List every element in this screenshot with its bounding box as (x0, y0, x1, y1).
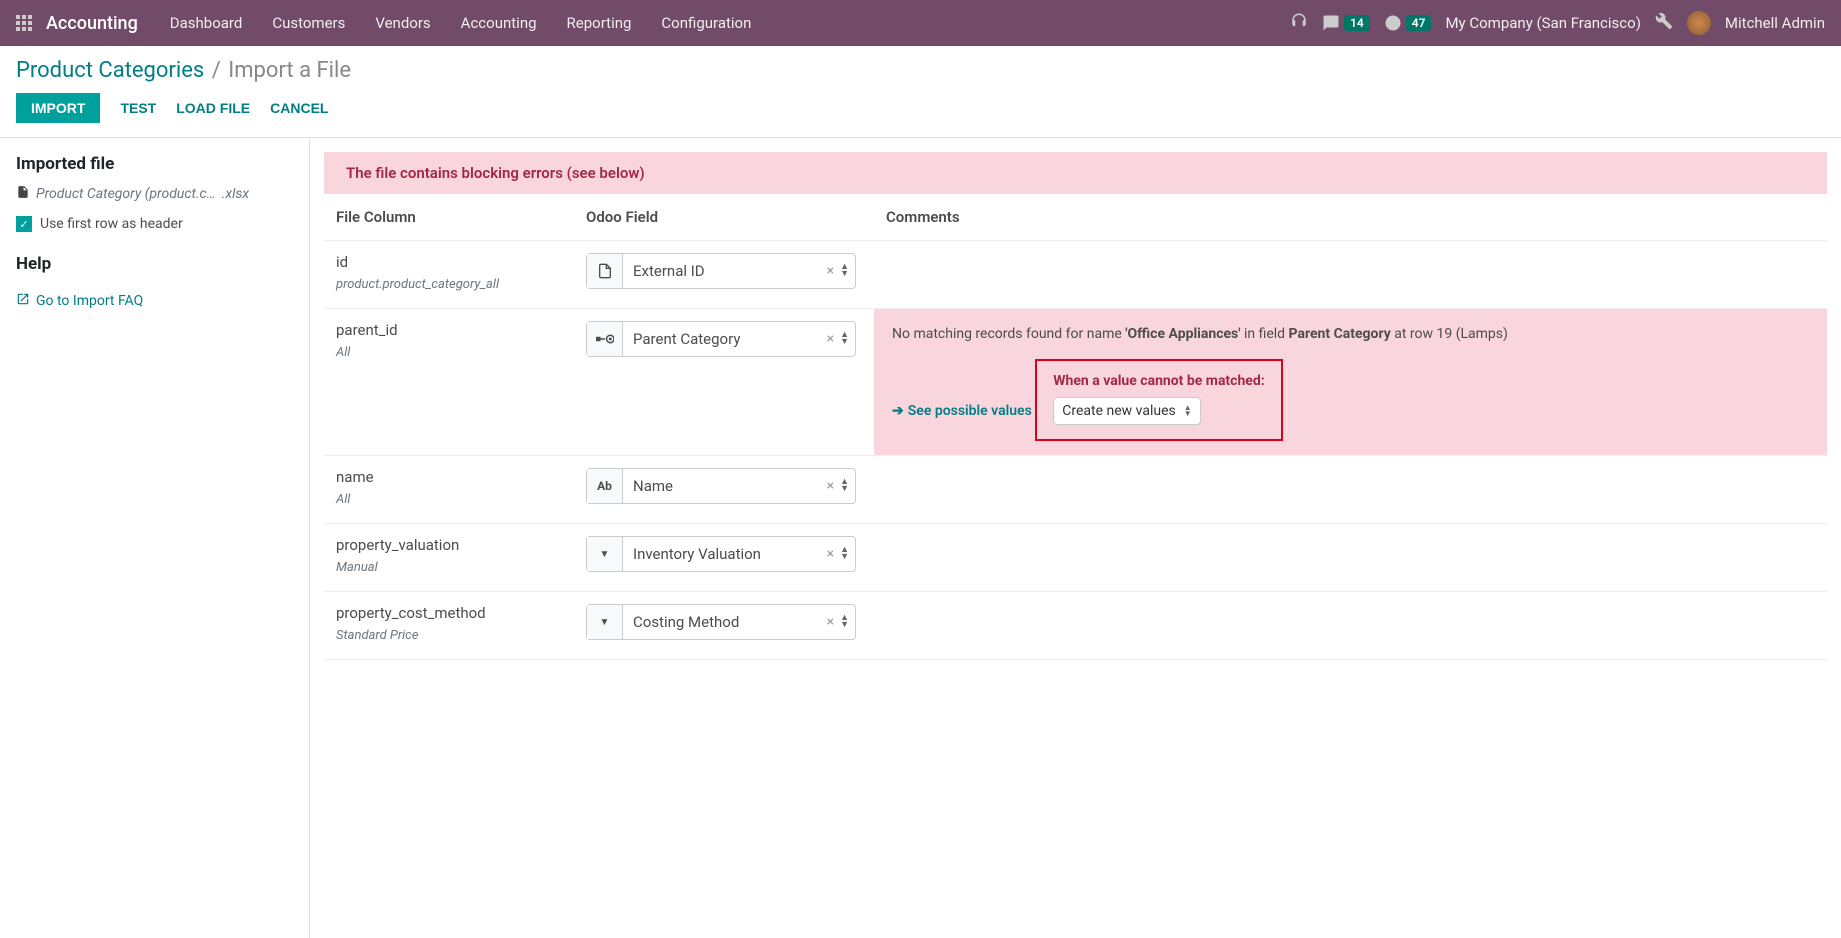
clear-icon[interactable]: × (823, 331, 838, 347)
select-type-icon (587, 537, 623, 571)
error-message: No matching records found for name 'Offi… (892, 323, 1809, 345)
caret-icon[interactable]: ▲▼ (838, 264, 855, 278)
navbar-right: 14 47 My Company (San Francisco) Mitchel… (1290, 11, 1825, 35)
external-link-icon (16, 292, 30, 310)
file-icon (16, 184, 30, 204)
content: The file contains blocking errors (see b… (310, 138, 1841, 938)
table-row: parent_id All Parent Category × ▲▼ (324, 309, 1827, 456)
table-row: id product.product_category_all External… (324, 241, 1827, 309)
field-value: Name (623, 477, 823, 495)
avatar[interactable] (1687, 11, 1711, 35)
field-select[interactable]: External ID × ▲▼ (586, 253, 856, 289)
clear-icon[interactable]: × (823, 614, 838, 630)
nav-customers[interactable]: Customers (272, 14, 345, 32)
blocking-alert: The file contains blocking errors (see b… (324, 152, 1827, 194)
support-icon[interactable] (1290, 12, 1308, 34)
th-file-column: File Column (324, 194, 574, 241)
file-column-name: property_valuation (336, 536, 562, 554)
mapping-table: File Column Odoo Field Comments id produ… (324, 194, 1827, 660)
arrow-right-icon: ➔ (892, 403, 904, 419)
user-name[interactable]: Mitchell Admin (1725, 14, 1825, 32)
breadcrumb-parent[interactable]: Product Categories (16, 58, 204, 83)
imported-file-row: Product Category (product.c… .xlsx (16, 184, 293, 204)
help-heading: Help (16, 254, 293, 274)
mismatch-label: When a value cannot be matched: (1053, 373, 1264, 389)
table-row: name All Ab Name × ▲▼ (324, 456, 1827, 524)
th-odoo-field: Odoo Field (574, 194, 874, 241)
clear-icon[interactable]: × (823, 546, 838, 562)
checkbox-icon[interactable]: ✓ (16, 216, 32, 232)
main-layout: Imported file Product Category (product.… (0, 138, 1841, 938)
caret-icon: ▲▼ (1184, 405, 1192, 417)
table-row: property_cost_method Standard Price Cost… (324, 592, 1827, 660)
file-ext: .xlsx (222, 186, 249, 202)
apps-icon[interactable] (16, 15, 32, 31)
file-column-sample: product.product_category_all (336, 277, 562, 292)
faq-link-text: Go to Import FAQ (36, 293, 143, 309)
file-name: Product Category (product.c… (36, 186, 216, 202)
field-value: Parent Category (623, 330, 823, 348)
field-value: Costing Method (623, 613, 823, 631)
file-column-name: property_cost_method (336, 604, 562, 622)
relation-type-icon (587, 322, 623, 356)
file-column-sample: Standard Price (336, 628, 562, 643)
messages-count: 14 (1344, 15, 1370, 31)
nav-configuration[interactable]: Configuration (661, 14, 751, 32)
text-type-icon: Ab (587, 469, 623, 503)
th-comments: Comments (874, 194, 1827, 241)
select-type-icon (587, 605, 623, 639)
file-column-name: id (336, 253, 562, 271)
field-select[interactable]: Parent Category × ▲▼ (586, 321, 856, 357)
load-file-button[interactable]: LOAD FILE (176, 100, 250, 116)
header-checkbox-label: Use first row as header (40, 216, 183, 232)
file-column-name: name (336, 468, 562, 486)
imported-file-heading: Imported file (16, 154, 293, 174)
nav-dashboard[interactable]: Dashboard (170, 14, 243, 32)
breadcrumb-current: Import a File (228, 58, 351, 83)
breadcrumb: Product Categories / Import a File (16, 58, 1825, 83)
field-value: Inventory Valuation (623, 545, 823, 563)
app-brand[interactable]: Accounting (46, 13, 138, 34)
nav-menu: Dashboard Customers Vendors Accounting R… (170, 14, 1290, 32)
test-button[interactable]: TEST (120, 100, 156, 116)
field-select[interactable]: Ab Name × ▲▼ (586, 468, 856, 504)
file-column-name: parent_id (336, 321, 562, 339)
file-column-sample: All (336, 345, 562, 360)
field-select[interactable]: Costing Method × ▲▼ (586, 604, 856, 640)
faq-link[interactable]: Go to Import FAQ (16, 292, 143, 310)
import-button[interactable]: IMPORT (16, 93, 100, 123)
mismatch-value: Create new values (1062, 403, 1175, 419)
file-column-sample: All (336, 492, 562, 507)
table-row: property_valuation Manual Inventory Valu… (324, 524, 1827, 592)
cancel-button[interactable]: CANCEL (270, 100, 328, 116)
nav-vendors[interactable]: Vendors (375, 14, 430, 32)
clear-icon[interactable]: × (823, 478, 838, 494)
top-navbar: Accounting Dashboard Customers Vendors A… (0, 0, 1841, 46)
breadcrumb-separator: / (212, 58, 221, 83)
control-panel: Product Categories / Import a File IMPOR… (0, 46, 1841, 138)
action-buttons: IMPORT TEST LOAD FILE CANCEL (16, 93, 1825, 123)
debug-icon[interactable] (1655, 12, 1673, 34)
messages-badge[interactable]: 14 (1322, 14, 1370, 32)
caret-icon[interactable]: ▲▼ (838, 332, 855, 346)
field-select[interactable]: Inventory Valuation × ▲▼ (586, 536, 856, 572)
company-selector[interactable]: My Company (San Francisco) (1445, 14, 1640, 32)
field-value: External ID (623, 262, 823, 280)
error-box: No matching records found for name 'Offi… (874, 309, 1827, 455)
clear-icon[interactable]: × (823, 263, 838, 279)
activities-count: 47 (1406, 15, 1432, 31)
caret-icon[interactable]: ▲▼ (838, 615, 855, 629)
caret-icon[interactable]: ▲▼ (838, 547, 855, 561)
mismatch-box: When a value cannot be matched: Create n… (1035, 359, 1282, 441)
nav-accounting[interactable]: Accounting (461, 14, 537, 32)
caret-icon[interactable]: ▲▼ (838, 479, 855, 493)
activities-badge[interactable]: 47 (1384, 14, 1432, 32)
sidebar: Imported file Product Category (product.… (0, 138, 310, 938)
nav-reporting[interactable]: Reporting (567, 14, 632, 32)
mismatch-select[interactable]: Create new values ▲▼ (1053, 397, 1200, 425)
see-possible-values-link[interactable]: ➔ See possible values (892, 403, 1032, 419)
header-checkbox-row[interactable]: ✓ Use first row as header (16, 216, 293, 232)
file-column-sample: Manual (336, 560, 562, 575)
file-type-icon (587, 254, 623, 288)
